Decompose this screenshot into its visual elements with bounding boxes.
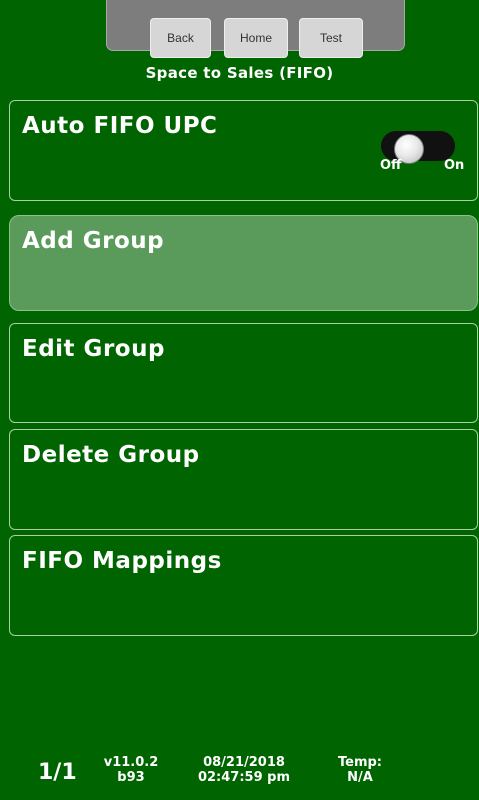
temp-label: Temp: [337,755,382,770]
fifo-mappings-label: FIFO Mappings [22,548,222,574]
version-info: v11.0.2 b93 [96,755,166,785]
time-text: 02:47:59 pm [197,770,291,785]
edit-group-button[interactable]: Edit Group [9,323,478,423]
screen-title: Space to Sales (FIFO) [145,64,334,82]
fifo-mappings-button[interactable]: FIFO Mappings [9,535,478,636]
build-number: b93 [117,770,145,785]
back-button[interactable]: Back [150,18,211,58]
add-group-label: Add Group [22,228,165,254]
app-screen: Back Home Test Space to Sales (FIFO) Aut… [0,0,479,800]
add-group-button[interactable]: Add Group [9,215,478,311]
version-number: v11.0.2 [103,755,159,770]
toggle-off-label: Off [380,158,402,173]
temp-value: N/A [347,770,373,785]
delete-group-button[interactable]: Delete Group [9,429,478,530]
toggle-on-label: On [444,158,465,173]
home-button[interactable]: Home [224,18,288,58]
date-text: 08/21/2018 [203,755,285,770]
delete-group-label: Delete Group [22,442,200,468]
test-button[interactable]: Test [299,18,363,58]
temperature-info: Temp: N/A [324,755,396,785]
auto-fifo-upc-label: Auto FIFO UPC [22,113,218,139]
edit-group-label: Edit Group [22,336,165,362]
datetime-info: 08/21/2018 02:47:59 pm [184,755,304,785]
page-indicator: 1/1 [38,760,77,785]
